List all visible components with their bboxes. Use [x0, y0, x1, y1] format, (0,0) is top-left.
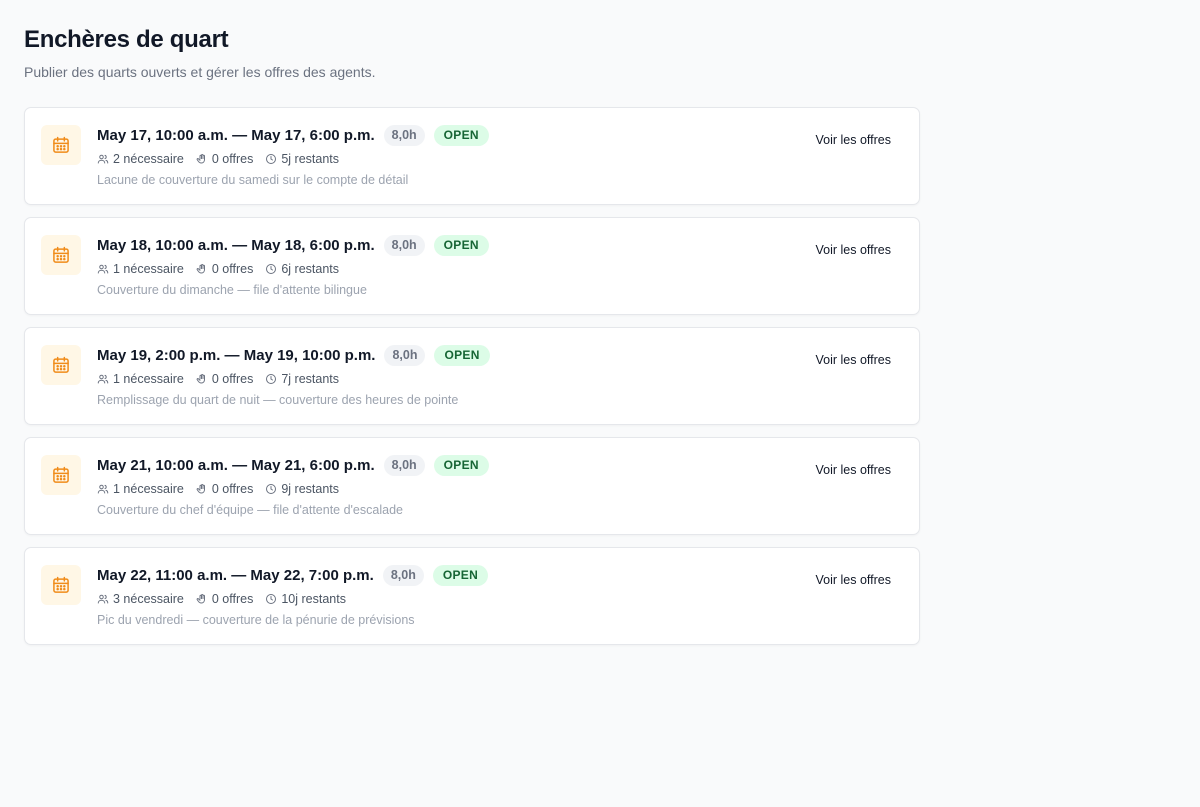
calendar-icon	[41, 455, 81, 495]
status-badge: OPEN	[434, 344, 490, 366]
calendar-icon	[41, 345, 81, 385]
time-remaining: 9j restants	[265, 482, 339, 496]
hours-badge: 8,0h	[383, 454, 425, 476]
hand-icon	[196, 484, 205, 494]
hand-icon	[196, 154, 205, 164]
view-offers-button[interactable]: Voir les offres	[805, 240, 901, 260]
clock-icon	[266, 374, 277, 384]
view-offers-button[interactable]: Voir les offres	[805, 460, 901, 480]
status-badge: OPEN	[432, 564, 489, 586]
time-remaining: 7j restants	[265, 372, 339, 386]
shift-note: Couverture du chef d'équipe — file d'att…	[97, 503, 403, 517]
needed-count: 1 nécessaire	[97, 372, 184, 386]
shift-content: May 22, 11:00 a.m. — May 22, 7:00 p.m. 8…	[97, 564, 719, 628]
page-title: Enchères de quart	[24, 26, 229, 53]
hours-badge: 8,0h	[382, 564, 424, 586]
shift-note: Remplissage du quart de nuit — couvertur…	[97, 393, 459, 407]
shift-title: May 18, 10:00 a.m. — May 18, 6:00 p.m.	[97, 236, 375, 254]
shift-note: Pic du vendredi — couverture de la pénur…	[97, 613, 415, 627]
status-badge: OPEN	[433, 234, 489, 256]
offers-count: 0 offres	[196, 592, 253, 606]
shift-content: May 19, 2:00 p.m. — May 19, 10:00 p.m. 8…	[97, 344, 719, 408]
hours-badge: 8,0h	[384, 344, 426, 366]
hand-icon	[196, 594, 205, 604]
shift-content: May 17, 10:00 a.m. — May 17, 6:00 p.m. 8…	[97, 124, 719, 188]
calendar-icon	[41, 565, 81, 605]
needed-count: 3 nécessaire	[97, 592, 184, 606]
time-remaining: 10j restants	[265, 592, 346, 606]
calendar-icon	[41, 235, 81, 275]
shift-card: May 22, 11:00 a.m. — May 22, 7:00 p.m. 8…	[24, 547, 920, 645]
status-badge: OPEN	[433, 454, 489, 476]
users-icon	[97, 594, 109, 604]
shift-list: May 17, 10:00 a.m. — May 17, 6:00 p.m. 8…	[24, 107, 920, 645]
offers-count: 0 offres	[196, 262, 253, 276]
shift-card: May 19, 2:00 p.m. — May 19, 10:00 p.m. 8…	[24, 327, 920, 425]
shift-title: May 17, 10:00 a.m. — May 17, 6:00 p.m.	[97, 126, 375, 144]
offers-count: 0 offres	[196, 482, 253, 496]
page-subtitle: Publier des quarts ouverts et gérer les …	[24, 64, 376, 80]
hand-icon	[196, 374, 205, 384]
needed-count: 2 nécessaire	[97, 152, 184, 166]
status-badge: OPEN	[433, 124, 489, 146]
shift-title: May 19, 2:00 p.m. — May 19, 10:00 p.m.	[97, 346, 376, 364]
shift-card: May 18, 10:00 a.m. — May 18, 6:00 p.m. 8…	[24, 217, 920, 315]
shift-card: May 17, 10:00 a.m. — May 17, 6:00 p.m. 8…	[24, 107, 920, 205]
hours-badge: 8,0h	[383, 124, 425, 146]
calendar-icon	[41, 125, 81, 165]
needed-count: 1 nécessaire	[97, 482, 184, 496]
shift-note: Couverture du dimanche — file d'attente …	[97, 283, 367, 297]
view-offers-button[interactable]: Voir les offres	[805, 350, 901, 370]
users-icon	[97, 484, 109, 494]
hand-icon	[196, 264, 205, 274]
hours-badge: 8,0h	[383, 234, 425, 256]
time-remaining: 6j restants	[265, 262, 339, 276]
clock-icon	[266, 484, 277, 494]
offers-count: 0 offres	[196, 372, 253, 386]
shift-content: May 21, 10:00 a.m. — May 21, 6:00 p.m. 8…	[97, 454, 719, 518]
clock-icon	[266, 264, 277, 274]
shift-title: May 21, 10:00 a.m. — May 21, 6:00 p.m.	[97, 456, 375, 474]
time-remaining: 5j restants	[265, 152, 339, 166]
offers-count: 0 offres	[196, 152, 253, 166]
shift-note: Lacune de couverture du samedi sur le co…	[97, 173, 409, 187]
needed-count: 1 nécessaire	[97, 262, 184, 276]
shift-content: May 18, 10:00 a.m. — May 18, 6:00 p.m. 8…	[97, 234, 719, 298]
view-offers-button[interactable]: Voir les offres	[805, 130, 901, 150]
users-icon	[97, 154, 109, 164]
shift-title: May 22, 11:00 a.m. — May 22, 7:00 p.m.	[97, 566, 374, 584]
clock-icon	[266, 594, 277, 604]
shift-bidding-page: Enchères de quart Publier des quarts ouv…	[0, 0, 1200, 645]
users-icon	[97, 374, 109, 384]
clock-icon	[266, 154, 277, 164]
users-icon	[97, 264, 109, 274]
view-offers-button[interactable]: Voir les offres	[805, 570, 901, 590]
shift-card: May 21, 10:00 a.m. — May 21, 6:00 p.m. 8…	[24, 437, 920, 535]
